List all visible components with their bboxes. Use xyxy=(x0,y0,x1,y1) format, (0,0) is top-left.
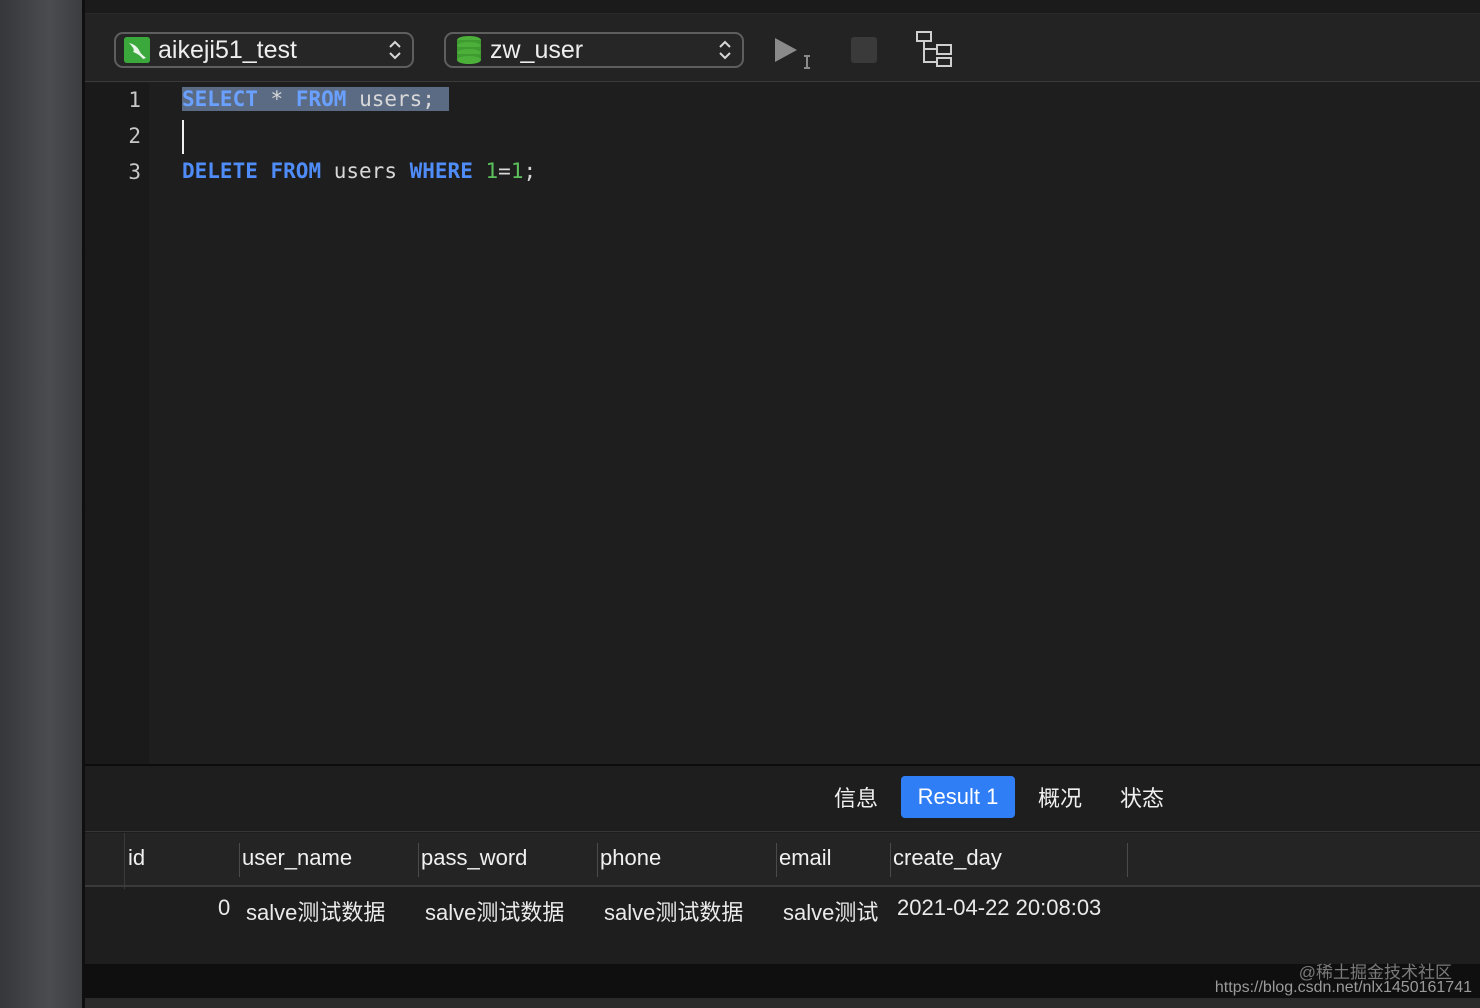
line-number: 3 xyxy=(128,160,141,184)
chevron-updown-icon xyxy=(719,40,731,60)
tab-result-1[interactable]: Result 1 xyxy=(901,776,1015,818)
sql-keyword: SELECT xyxy=(182,87,258,111)
sql-number: 1 xyxy=(510,159,524,183)
title-strip xyxy=(85,0,1480,14)
explain-tree-icon[interactable] xyxy=(915,30,953,68)
line-number: 2 xyxy=(128,124,141,148)
line-number-gutter: 1 2 3 xyxy=(85,83,149,764)
column-separator[interactable] xyxy=(239,843,240,877)
column-header-pass-word[interactable]: pass_word xyxy=(421,845,527,871)
stop-icon[interactable] xyxy=(851,37,877,63)
column-header-email[interactable]: email xyxy=(779,845,832,871)
tab-overview[interactable]: 概况 xyxy=(1025,776,1095,818)
chevron-updown-icon xyxy=(389,40,401,60)
mysql-icon xyxy=(124,37,150,63)
column-separator[interactable] xyxy=(776,843,777,877)
bottom-strip xyxy=(85,998,1480,1008)
database-icon xyxy=(457,36,481,64)
query-window: aikeji51_test zw_user 1 2 3 SELECT * FRO… xyxy=(85,0,1480,1008)
sql-keyword: WHERE xyxy=(409,159,473,183)
cell-email[interactable]: salve测试 xyxy=(783,895,887,927)
sql-number: 1 xyxy=(485,159,499,183)
column-header-create-day[interactable]: create_day xyxy=(893,845,1002,871)
run-selected-icon[interactable] xyxy=(773,34,821,70)
cell-create-day[interactable]: 2021-04-22 20:08:03 xyxy=(897,895,1121,921)
line-number: 1 xyxy=(128,88,141,112)
column-separator[interactable] xyxy=(1127,843,1128,877)
result-grid-header: id user_name pass_word phone email creat… xyxy=(85,833,1480,887)
code-line-3: DELETE FROM users WHERE 1=1; xyxy=(182,159,536,183)
text-caret xyxy=(182,120,184,154)
database-name: zw_user xyxy=(490,35,584,64)
code-line-1: SELECT * FROM users; xyxy=(182,87,449,111)
cell-id[interactable]: 0 xyxy=(218,895,230,921)
column-separator[interactable] xyxy=(597,843,598,877)
sql-table: users; xyxy=(359,87,435,111)
sql-keyword: FROM xyxy=(270,159,322,183)
database-selector[interactable]: zw_user xyxy=(444,32,744,68)
watermark-url: https://blog.csdn.net/nlx1450161741 xyxy=(1214,979,1472,996)
query-toolbar: aikeji51_test zw_user xyxy=(85,14,1480,82)
sql-keyword: FROM xyxy=(295,87,347,111)
result-grid-body: 0 salve测试数据 salve测试数据 salve测试数据 salve测试 … xyxy=(85,889,1480,964)
result-tabs: 信息 Result 1 概况 状态 xyxy=(85,766,1480,832)
sql-operator: = xyxy=(498,159,511,183)
column-header-id[interactable]: id xyxy=(128,845,145,871)
cell-user-name[interactable]: salve测试数据 xyxy=(246,895,416,927)
sql-star: * xyxy=(270,87,284,111)
cell-pass-word[interactable]: salve测试数据 xyxy=(425,895,595,927)
tab-info[interactable]: 信息 xyxy=(821,776,891,818)
tab-status[interactable]: 状态 xyxy=(1107,776,1177,818)
desktop-side-strip xyxy=(0,0,82,1008)
sql-keyword: DELETE xyxy=(182,159,258,183)
connection-name: aikeji51_test xyxy=(158,35,297,64)
column-header-phone[interactable]: phone xyxy=(600,845,661,871)
column-header-user-name[interactable]: user_name xyxy=(242,845,352,871)
column-separator[interactable] xyxy=(418,843,419,877)
connection-selector[interactable]: aikeji51_test xyxy=(114,32,414,68)
sql-table: users xyxy=(333,159,397,183)
sql-editor[interactable]: 1 2 3 SELECT * FROM users; DELETE FROM u… xyxy=(85,83,1480,764)
column-separator[interactable] xyxy=(890,843,891,877)
cell-phone[interactable]: salve测试数据 xyxy=(604,895,774,927)
sql-semicolon: ; xyxy=(523,159,537,183)
